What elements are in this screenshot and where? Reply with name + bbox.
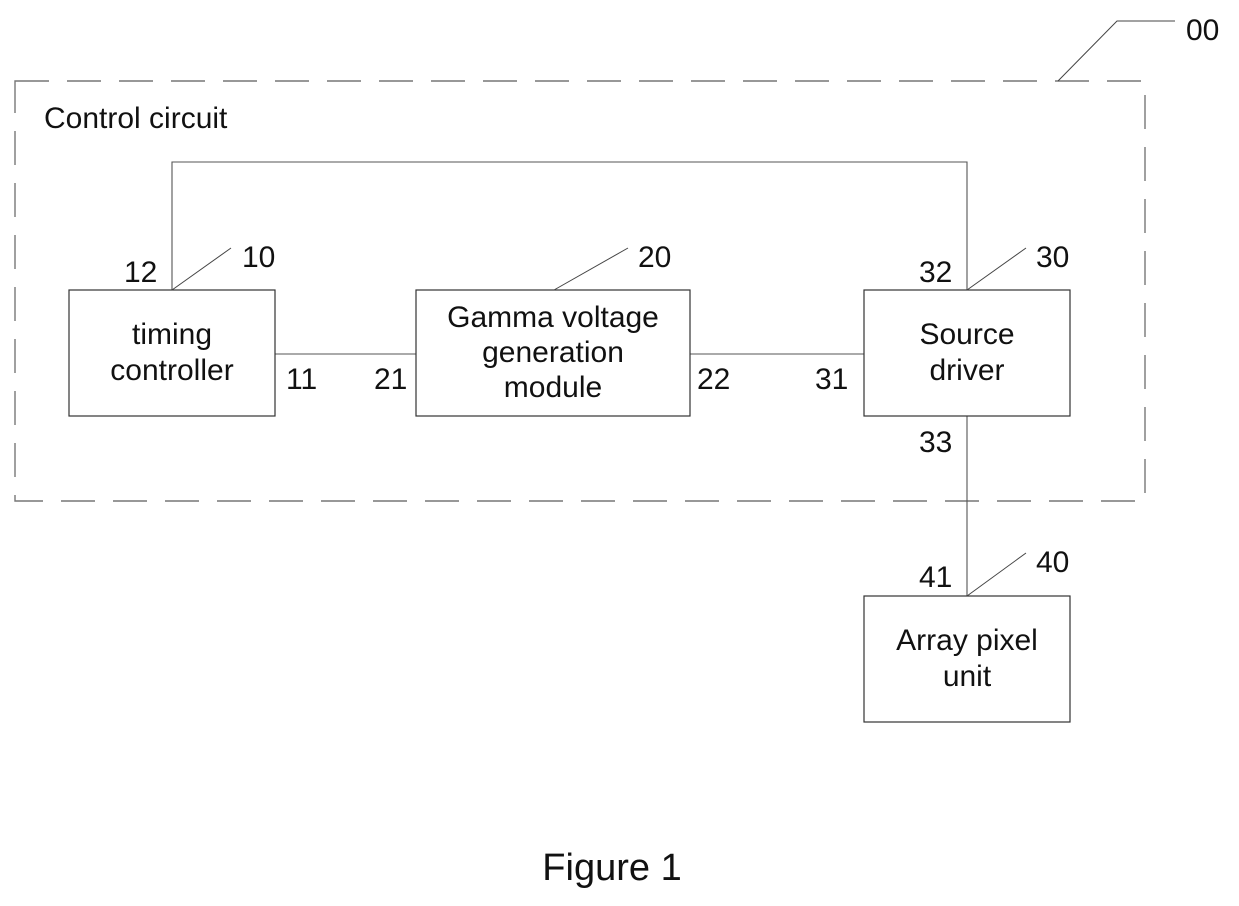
port-12-label: 12 bbox=[124, 256, 157, 289]
ref-00-label: 00 bbox=[1186, 14, 1219, 47]
port-41-label: 41 bbox=[919, 561, 952, 594]
source-driver-box bbox=[863, 289, 1071, 417]
ref-10-leader bbox=[171, 247, 232, 291]
source-driver-line-1: Source bbox=[919, 318, 1014, 351]
ref-20-leader bbox=[553, 247, 629, 291]
port-33-label: 33 bbox=[919, 426, 952, 459]
source-driver-line-2: driver bbox=[929, 354, 1004, 387]
port-22-label: 22 bbox=[697, 363, 730, 396]
block-gamma-voltage-generation-module: Gamma voltage generation module bbox=[415, 289, 691, 417]
block-source-driver: Source driver bbox=[863, 289, 1071, 417]
control-circuit-label: Control circuit bbox=[44, 102, 228, 135]
port-21-label: 21 bbox=[374, 363, 407, 396]
ref-10-label: 10 bbox=[242, 241, 275, 274]
port-31-label: 31 bbox=[815, 363, 848, 396]
array-pixel-unit-box bbox=[863, 595, 1071, 723]
ref-40-leader bbox=[966, 552, 1027, 597]
block-array-pixel-unit: Array pixel unit bbox=[863, 595, 1071, 723]
timing-controller-line-1: timing bbox=[132, 318, 212, 351]
gamma-module-line-2: generation bbox=[482, 336, 624, 369]
figure-caption: Figure 1 bbox=[542, 847, 681, 889]
ref-30-leader bbox=[966, 247, 1027, 291]
gamma-module-line-1: Gamma voltage bbox=[447, 301, 659, 334]
timing-controller-box bbox=[68, 289, 276, 417]
block-timing-controller: timing controller bbox=[68, 289, 276, 417]
port-11-label: 11 bbox=[286, 363, 317, 396]
array-pixel-unit-line-1: Array pixel bbox=[896, 624, 1038, 657]
ref-40-label: 40 bbox=[1036, 546, 1069, 579]
ref-20-label: 20 bbox=[638, 241, 671, 274]
timing-controller-line-2: controller bbox=[110, 354, 233, 387]
port-32-label: 32 bbox=[919, 256, 952, 289]
array-pixel-unit-line-2: unit bbox=[943, 660, 992, 693]
ref-30-label: 30 bbox=[1036, 241, 1069, 274]
ref-00-leader bbox=[1057, 20, 1175, 82]
wire-12-32 bbox=[171, 161, 968, 290]
gamma-module-line-3: module bbox=[504, 371, 602, 404]
block-diagram: Control circuit 00 timing controller 10 … bbox=[14, 14, 1219, 889]
